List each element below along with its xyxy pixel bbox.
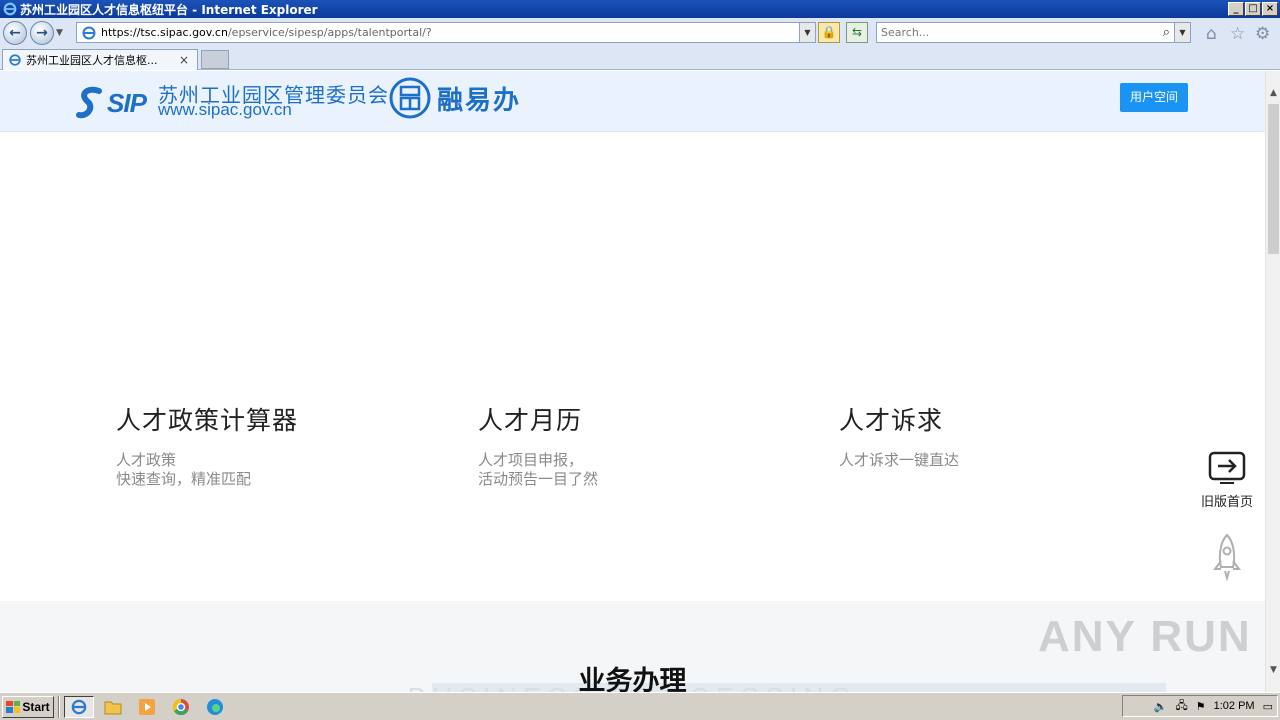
restore-button[interactable]: □ [1245,2,1261,16]
window-title: 苏州工业园区人才信息枢纽平台 - Internet Explorer [20,2,318,17]
card-title: 人才月历 [478,406,583,435]
taskbar-separator [58,695,60,718]
vertical-scrollbar[interactable]: ▲ ▼ [1265,71,1280,692]
internet-explorer-icon [3,2,17,16]
internet-explorer-icon [71,699,87,714]
taskbar-media-player-button[interactable] [132,696,162,718]
anyrun-watermark: ANY RUN [1038,612,1252,662]
tab-label: 苏州工业园区人才信息枢... [26,54,158,67]
tab-strip: 苏州工业园区人才信息枢... × [0,48,1280,70]
volume-icon[interactable]: 🔈 [1154,700,1168,713]
card-title: 人才诉求 [839,406,944,435]
windows-flag-icon [6,700,21,713]
back-arrow-icon: ← [9,25,21,41]
search-icon[interactable]: ⌕ [1163,23,1170,42]
search-dropdown-icon[interactable]: ▼ [1174,23,1190,42]
card-subtitle-line: 人才诉求一键直达 [839,451,960,469]
sip-logo-text: SIP [107,87,147,118]
card-subtitle-line: 人才项目申报， [478,451,584,469]
card-policy-calculator[interactable]: 人才政策计算器 人才政策 快速查询，精准匹配 [96,401,446,536]
scroll-down-icon[interactable]: ▼ [1266,662,1280,679]
sip-s-mark-icon [76,86,102,119]
start-button[interactable]: Start [2,695,54,718]
tab-close-icon[interactable]: × [179,53,193,67]
back-to-top-button[interactable] [1211,533,1243,585]
chrome-icon [172,698,189,715]
start-label: Start [22,699,50,714]
tab-favicon-icon [9,54,21,66]
address-bar[interactable]: https://tsc.sipac.gov.cn/epservice/sipes… [76,22,816,43]
card-subtitle: 人才项目申报， 活动预告一目了然 [478,451,828,489]
user-space-button[interactable]: 用户空间 [1120,83,1188,112]
card-talent-calendar[interactable]: 人才月历 人才项目申报， 活动预告一目了然 [478,401,828,536]
clock[interactable]: 1:02 PM [1214,700,1255,712]
card-subtitle-line: 人才政策 [116,451,177,469]
taskbar-chrome-button[interactable] [166,696,196,718]
new-tab-button[interactable] [201,50,229,69]
tab-talent-portal[interactable]: 苏州工业园区人才信息枢... × [2,49,198,70]
network-icon[interactable]: 🖧 [1175,697,1187,716]
search-placeholder: Search... [881,26,930,39]
taskbar: Start 🔈 🖧 ⚑ 1:02 PM ▭ [0,692,1280,720]
show-desktop-icon[interactable]: ▭ [1263,700,1273,713]
card-subtitle: 人才诉求一键直达 [839,451,1189,470]
brand-name: 融易办 [437,85,522,116]
address-toolbar: ← → ▼ https://tsc.sipac.gov.cn/epservice… [0,18,1280,48]
history-dropdown-icon[interactable]: ▼ [56,28,68,38]
card-talent-appeal[interactable]: 人才诉求 人才诉求一键直达 [839,401,1189,536]
card-title: 人才政策计算器 [116,406,299,435]
taskbar-edge-button[interactable] [200,696,230,718]
media-player-icon [139,698,155,715]
taskbar-explorer-button[interactable] [98,696,128,718]
site-header: SIP 苏州工业园区管理委员会 www.sipac.gov.cn 融易办 用户空… [0,71,1265,132]
settings-gear-icon[interactable]: ⚙ [1255,24,1270,44]
old-home-button[interactable]: 旧版首页 [1192,451,1262,510]
url-host: https://tsc.sipac.gov.cn [101,26,228,39]
rongyiban-logo[interactable]: 融易办 [389,77,521,119]
old-home-label: 旧版首页 [1200,495,1253,510]
back-button[interactable]: ← [3,21,27,45]
refresh-icon[interactable]: ⇆ [846,22,868,43]
rongyiban-emblem-icon [389,77,431,119]
window-titlebar: 苏州工业园区人才信息枢纽平台 - Internet Explorer _ □ × [0,0,1280,18]
web-page: SIP 苏州工业园区管理委员会 www.sipac.gov.cn 融易办 用户空… [0,71,1265,692]
favorites-star-icon[interactable]: ☆ [1230,24,1245,44]
card-subtitle-line: 活动预告一目了然 [478,470,599,488]
security-lock-icon[interactable]: 🔒 [818,22,840,43]
search-input[interactable]: Search... ⌕ ▼ [876,22,1191,43]
url-path: /epservice/sipesp/apps/talentportal/? [227,26,432,39]
folder-icon [104,701,122,714]
forward-button[interactable]: → [30,21,54,45]
scroll-thumb[interactable] [1268,104,1279,254]
watermark-text: ANY RUN [1038,612,1252,661]
taskbar-ie-button[interactable] [64,695,94,718]
action-center-flag-icon[interactable]: ⚑ [1196,700,1206,713]
rocket-icon [1213,533,1241,582]
exit-arrow-icon [1208,451,1246,484]
address-dropdown-icon[interactable]: ▼ [799,23,815,42]
card-subtitle-line: 快速查询，精准匹配 [116,470,252,488]
forward-arrow-icon: → [36,25,48,41]
home-icon[interactable]: ⌂ [1206,24,1217,44]
system-tray: 🔈 🖧 ⚑ 1:02 PM ▭ [1122,695,1278,717]
close-window-button[interactable]: × [1262,2,1278,16]
scroll-up-icon[interactable]: ▲ [1266,85,1280,102]
org-url: www.sipac.gov.cn [158,100,292,119]
page-favicon-icon [82,26,96,39]
edge-icon [207,698,223,715]
minimize-button[interactable]: _ [1228,2,1244,16]
card-subtitle: 人才政策 快速查询，精准匹配 [96,451,446,489]
section-title: 业务办理 [578,666,687,692]
sip-logo[interactable]: SIP [75,85,147,121]
